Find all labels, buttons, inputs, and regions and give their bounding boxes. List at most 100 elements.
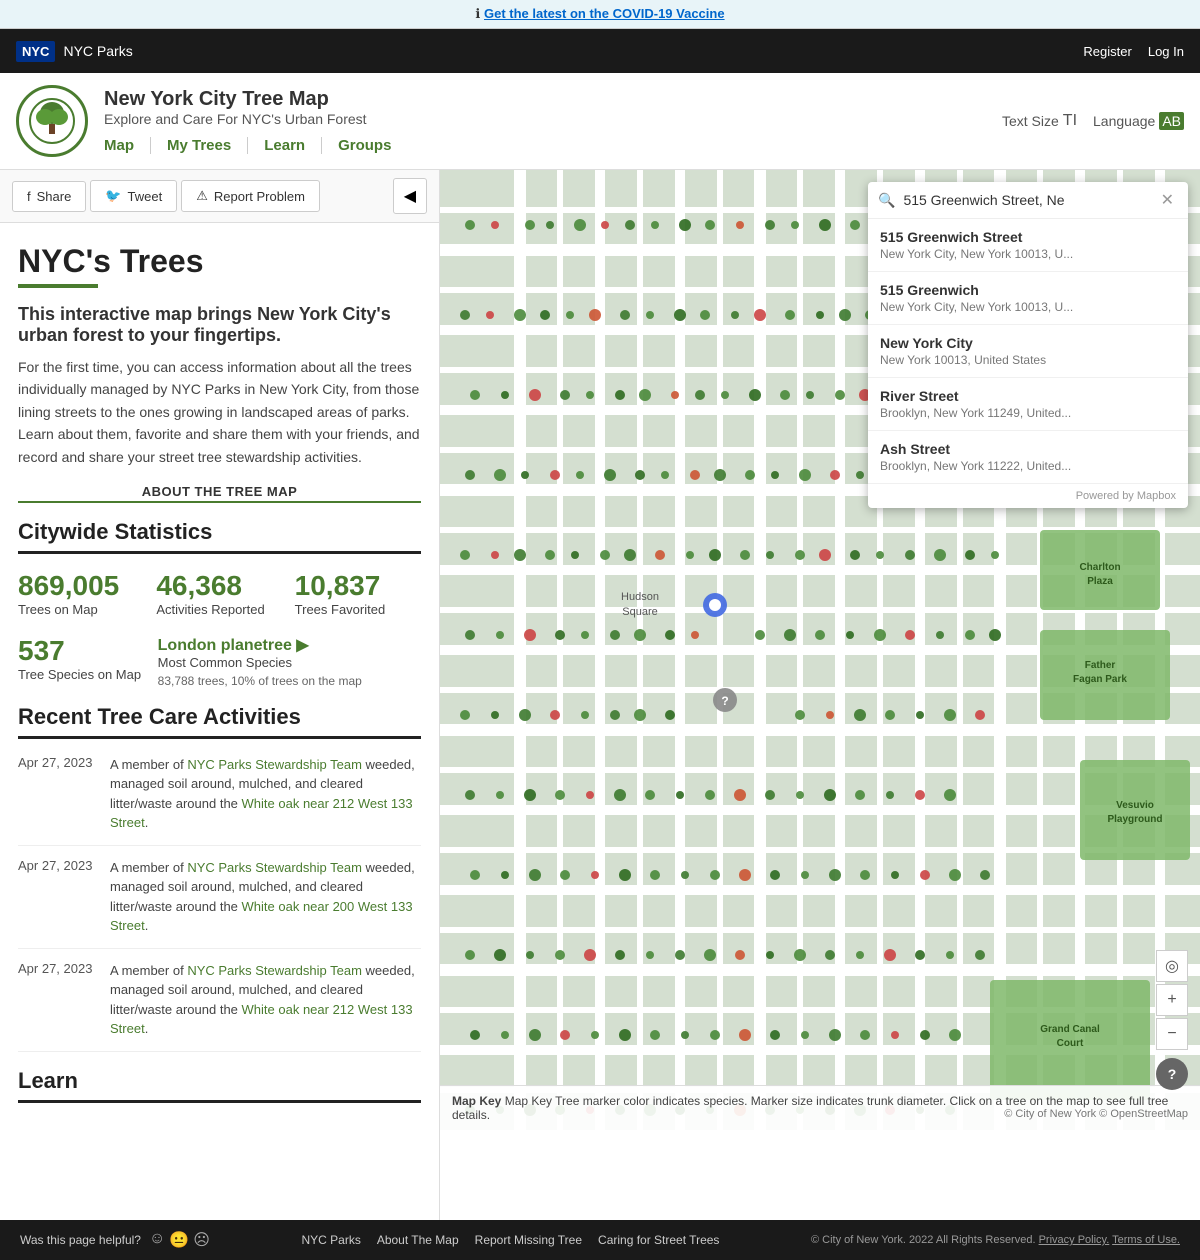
map-search-close-button[interactable]: ✕: [1157, 190, 1178, 210]
result-sub-2: New York City, New York 10013, U...: [880, 300, 1176, 314]
activity-suffix-2: .: [145, 918, 149, 933]
helpful-no-icon[interactable]: ☹: [193, 1230, 210, 1250]
locate-button[interactable]: ◎: [1156, 950, 1188, 982]
svg-text:Charlton: Charlton: [1079, 562, 1120, 573]
nav-my-trees[interactable]: My Trees: [151, 137, 248, 154]
species-count-block: 537 Tree Species on Map: [18, 635, 150, 688]
language-control[interactable]: Language AB: [1093, 112, 1184, 130]
text-size-control[interactable]: Text Size TI: [1002, 112, 1077, 130]
stewardship-link-1[interactable]: NYC Parks Stewardship Team: [187, 757, 362, 772]
result-sub-5: Brooklyn, New York 11222, United...: [880, 459, 1176, 473]
activities-title: Recent Tree Care Activities: [18, 704, 421, 739]
species-name: London planetree: [158, 637, 292, 654]
mapbox-credit: Powered by Mapbox: [868, 484, 1188, 508]
content-wrapper: f Share 🐦 Tweet ⚠ Report Problem ◀ NYC's…: [0, 170, 1200, 1220]
activity-date-3: Apr 27, 2023: [18, 961, 98, 1039]
stat-trees-on-map: 869,005 Trees on Map: [18, 570, 144, 619]
about-tree-map-link[interactable]: ABOUT THE TREE MAP: [18, 484, 421, 503]
search-results-list: 515 Greenwich Street New York City, New …: [868, 219, 1188, 484]
report-button[interactable]: ⚠ Report Problem: [181, 180, 320, 212]
covid-link[interactable]: Get the latest on the COVID-19 Vaccine: [484, 6, 725, 21]
map-help-button[interactable]: ?: [1156, 1058, 1188, 1090]
search-result-5[interactable]: Ash Street Brooklyn, New York 11222, Uni…: [868, 431, 1188, 484]
facebook-icon: f: [27, 189, 31, 204]
site-subtitle: Explore and Care For NYC's Urban Forest: [104, 111, 1002, 127]
learn-title: Learn: [18, 1068, 421, 1103]
activity-prefix-1: A member of: [110, 757, 187, 772]
login-link[interactable]: Log In: [1148, 44, 1184, 59]
result-title-3: New York City: [880, 335, 1176, 351]
top-nav-right: Register Log In: [1083, 44, 1184, 59]
activity-desc-1: A member of NYC Parks Stewardship Team w…: [110, 755, 421, 833]
main-nav: Map My Trees Learn Groups: [104, 137, 1002, 154]
svg-text:Vesuvio: Vesuvio: [1116, 800, 1154, 811]
search-result-4[interactable]: River Street Brooklyn, New York 11249, U…: [868, 378, 1188, 431]
language-icon: AB: [1159, 112, 1184, 130]
stat-activities: 46,368 Activities Reported: [156, 570, 282, 619]
activity-suffix-3: .: [145, 1021, 149, 1036]
activity-item: Apr 27, 2023 A member of NYC Parks Stewa…: [18, 846, 421, 949]
helpful-icons: ☺ 😐 ☹: [149, 1230, 210, 1250]
nav-map[interactable]: Map: [104, 137, 151, 154]
svg-text:Fagan Park: Fagan Park: [1073, 674, 1127, 685]
footer-caring-trees[interactable]: Caring for Street Trees: [598, 1233, 719, 1247]
svg-text:Plaza: Plaza: [1087, 576, 1113, 587]
footer-links: NYC Parks About The Map Report Missing T…: [301, 1233, 719, 1247]
helpful-yes-icon[interactable]: ☺: [149, 1230, 165, 1250]
share-button[interactable]: f Share: [12, 181, 86, 212]
stats-grid: 869,005 Trees on Map 46,368 Activities R…: [18, 570, 421, 619]
species-count-label: Tree Species on Map: [18, 667, 150, 684]
map-copyright: © City of New York © OpenStreetMap: [1004, 1108, 1188, 1120]
page-title: NYC's Trees: [18, 243, 421, 280]
zoom-in-button[interactable]: +: [1156, 984, 1188, 1016]
stat-favorited: 10,837 Trees Favorited: [295, 570, 421, 619]
zoom-out-button[interactable]: −: [1156, 1018, 1188, 1050]
nav-groups[interactable]: Groups: [322, 137, 407, 154]
map-search-input[interactable]: [903, 192, 1156, 208]
sidebar: f Share 🐦 Tweet ⚠ Report Problem ◀ NYC's…: [0, 170, 440, 1220]
svg-text:Playground: Playground: [1107, 814, 1162, 825]
nav-brand: NYC Parks: [63, 43, 132, 59]
intro-detail: For the first time, you can access infor…: [18, 356, 421, 468]
footer-about-map[interactable]: About The Map: [377, 1233, 459, 1247]
stewardship-link-3[interactable]: NYC Parks Stewardship Team: [187, 963, 362, 978]
common-species-link[interactable]: London planetree ▶: [158, 637, 309, 654]
helpful-neutral-icon[interactable]: 😐: [169, 1230, 189, 1250]
language-label: Language: [1093, 113, 1155, 129]
activity-desc-2: A member of NYC Parks Stewardship Team w…: [110, 858, 421, 936]
result-title-5: Ash Street: [880, 441, 1176, 457]
activity-date-2: Apr 27, 2023: [18, 858, 98, 936]
favorited-label: Trees Favorited: [295, 602, 421, 619]
info-icon: ℹ: [475, 6, 480, 21]
favorited-count: 10,837: [295, 570, 421, 602]
activity-item: Apr 27, 2023 A member of NYC Parks Stewa…: [18, 743, 421, 846]
activities-section: Recent Tree Care Activities Apr 27, 2023…: [18, 704, 421, 1052]
result-sub-4: Brooklyn, New York 11249, United...: [880, 406, 1176, 420]
title-underline: [18, 284, 98, 288]
privacy-link[interactable]: Privacy Policy.: [1039, 1234, 1110, 1246]
footer-report-missing[interactable]: Report Missing Tree: [475, 1233, 582, 1247]
svg-text:?: ?: [721, 694, 728, 708]
map-key: Map Key Map Key Tree marker color indica…: [440, 1085, 1200, 1130]
nav-learn[interactable]: Learn: [248, 137, 322, 154]
footer: Was this page helpful? ☺ 😐 ☹ NYC Parks A…: [0, 1220, 1200, 1260]
search-result-1[interactable]: 515 Greenwich Street New York City, New …: [868, 219, 1188, 272]
search-result-3[interactable]: New York City New York 10013, United Sta…: [868, 325, 1188, 378]
stewardship-link-2[interactable]: NYC Parks Stewardship Team: [187, 860, 362, 875]
footer-helpful: Was this page helpful? ☺ 😐 ☹: [20, 1230, 210, 1250]
search-result-2[interactable]: 515 Greenwich New York City, New York 10…: [868, 272, 1188, 325]
result-sub-1: New York City, New York 10013, U...: [880, 247, 1176, 261]
register-link[interactable]: Register: [1083, 44, 1131, 59]
species-detail: 83,788 trees, 10% of trees on the map: [158, 674, 421, 688]
species-section: 537 Tree Species on Map London planetree…: [18, 635, 421, 688]
sidebar-body: NYC's Trees This interactive map brings …: [0, 223, 439, 1127]
svg-text:Grand Canal: Grand Canal: [1040, 1024, 1100, 1035]
footer-nyc-parks[interactable]: NYC Parks: [301, 1233, 360, 1247]
collapse-button[interactable]: ◀: [393, 178, 427, 214]
terms-link[interactable]: Terms of Use.: [1112, 1234, 1180, 1246]
map-search-overlay: 🔍 ✕ 515 Greenwich Street New York City, …: [868, 182, 1188, 508]
map-container[interactable]: James J Walker Park Charlton Plaza Fathe…: [440, 170, 1200, 1130]
footer-copyright: © City of New York. 2022 All Rights Rese…: [811, 1234, 1180, 1246]
tweet-button[interactable]: 🐦 Tweet: [90, 180, 177, 212]
map-search-icon: 🔍: [878, 192, 895, 209]
